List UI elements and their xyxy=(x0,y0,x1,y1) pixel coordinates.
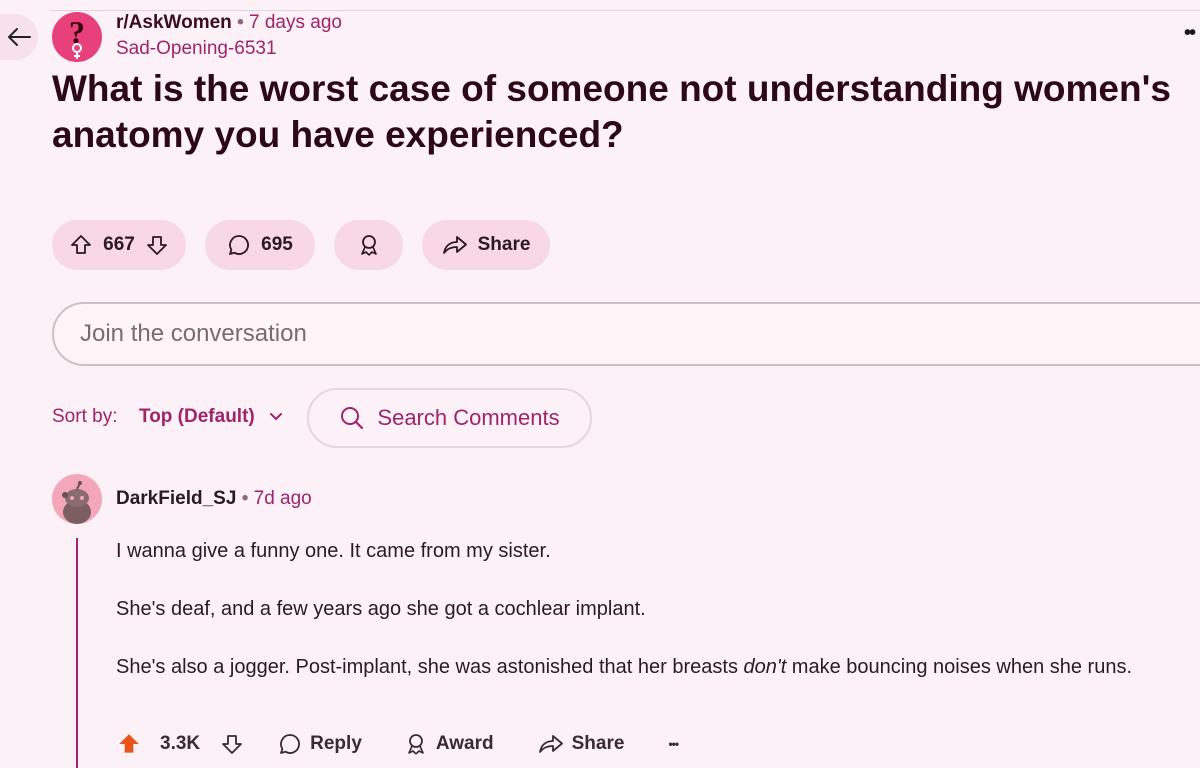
sort-value: Top (Default) xyxy=(139,406,255,427)
reply-label: Reply xyxy=(310,733,362,754)
back-button[interactable] xyxy=(0,14,38,60)
subreddit-icon: ? xyxy=(69,14,85,59)
share-button[interactable]: Share xyxy=(422,220,550,270)
comment-vote-control: 3.3K xyxy=(116,731,244,757)
comment-paragraph: She's deaf, and a few years ago she got … xyxy=(116,598,646,620)
subreddit-name[interactable]: r/AskWomen xyxy=(116,12,232,33)
emphasis-text: don't xyxy=(743,656,787,678)
subreddit-meta: r/AskWomen • 7 days ago xyxy=(116,12,342,34)
meta-separator: • xyxy=(237,12,244,33)
search-icon xyxy=(341,407,364,430)
award-button[interactable] xyxy=(334,220,403,270)
upvote-icon[interactable] xyxy=(69,233,93,257)
post-vote-count: 667 xyxy=(103,234,135,255)
award-icon xyxy=(408,734,424,755)
share-label: Share xyxy=(477,234,531,255)
subreddit-avatar[interactable]: ? xyxy=(52,12,102,62)
commenter-avatar[interactable] xyxy=(52,474,102,524)
award-icon xyxy=(360,235,377,256)
post-author[interactable]: Sad-Opening-6531 xyxy=(116,38,277,60)
downvote-icon[interactable] xyxy=(145,233,169,257)
comment-body: I wanna give a funny one. It came from m… xyxy=(116,536,1186,710)
more-options-button[interactable]: •• xyxy=(1183,22,1196,45)
sort-dropdown[interactable]: Top (Default) xyxy=(139,406,283,428)
comment-separator: • xyxy=(241,488,249,509)
comment-actions: 3.3K Reply Award Share ••• xyxy=(116,728,679,760)
comments-count: 695 xyxy=(261,234,293,255)
comment-paragraph: She's also a jogger. Post-implant, she w… xyxy=(116,656,1133,678)
comment-score: 3.3K xyxy=(160,733,201,754)
chevron-down-icon xyxy=(269,413,282,421)
reply-button[interactable]: Reply xyxy=(278,732,362,756)
comment-paragraph: I wanna give a funny one. It came from m… xyxy=(116,540,551,562)
search-comments-label: Search Comments xyxy=(377,405,560,430)
thread-line[interactable] xyxy=(76,538,78,768)
award-label: Award xyxy=(435,733,494,754)
comment-time: 7d ago xyxy=(253,488,312,509)
search-comments-button[interactable]: Search Comments xyxy=(307,388,592,448)
comment-meta: DarkField_SJ • 7d ago xyxy=(116,488,312,510)
comment-icon xyxy=(280,734,301,754)
more-icon: ••• xyxy=(668,737,679,751)
comment-share-label: Share xyxy=(571,733,625,754)
post-time: 7 days ago xyxy=(249,12,342,33)
comments-button[interactable]: 695 xyxy=(205,220,315,270)
header-divider xyxy=(50,10,1200,11)
join-placeholder: Join the conversation xyxy=(80,320,307,347)
comment-award-button[interactable]: Award xyxy=(404,732,494,756)
upvote-icon[interactable] xyxy=(116,731,142,757)
downvote-icon[interactable] xyxy=(220,732,244,756)
back-arrow-icon xyxy=(8,28,31,46)
comment-more-button[interactable]: ••• xyxy=(668,737,679,751)
snoo-avatar-icon xyxy=(62,481,91,524)
post-vote-control: 667 xyxy=(52,220,186,270)
sort-label: Sort by: xyxy=(52,406,118,427)
comment-icon xyxy=(229,235,250,255)
comment-share-button[interactable]: Share xyxy=(538,732,625,756)
join-conversation-input[interactable]: Join the conversation xyxy=(52,302,1200,366)
more-icon: •• xyxy=(1183,22,1196,44)
share-icon xyxy=(538,735,563,753)
comment-author[interactable]: DarkField_SJ xyxy=(116,488,236,509)
post-title: What is the worst case of someone not un… xyxy=(52,68,1171,155)
share-icon xyxy=(442,236,467,254)
